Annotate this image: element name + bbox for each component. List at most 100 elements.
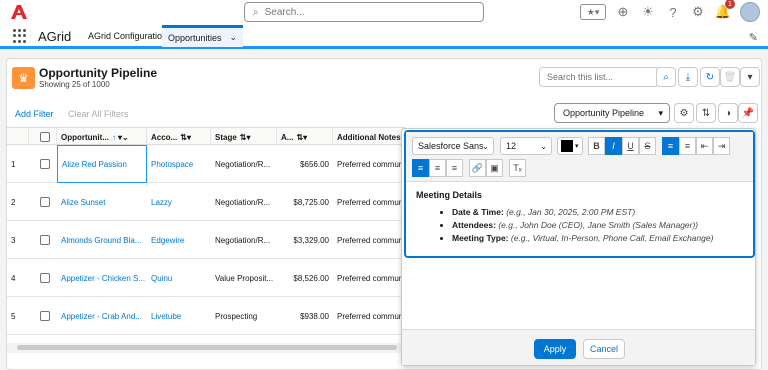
indent-icon[interactable]: ⇥ <box>713 137 730 155</box>
sort-icon[interactable]: ⇅▾ <box>180 133 191 142</box>
stage-value: Prospecting <box>215 311 258 321</box>
apply-button[interactable]: Apply <box>534 339 576 359</box>
italic-button[interactable]: I <box>605 137 622 155</box>
download-icon[interactable]: ⤓ <box>678 67 698 87</box>
sort-asc-icon[interactable]: ↑ <box>112 133 116 142</box>
opportunity-name[interactable]: Alize Red Passion <box>57 145 147 183</box>
settings-icon[interactable]: ⚙ <box>674 103 694 123</box>
image-icon[interactable]: ▣ <box>486 159 503 177</box>
column-header-stage[interactable]: Stage ⇅▾ <box>211 128 277 146</box>
row-checkbox[interactable] <box>29 297 57 335</box>
stage-value: Value Proposit... <box>215 273 274 283</box>
table-row[interactable]: 1 Alize Red Passion Photospace Negotiati… <box>7 145 405 183</box>
chevron-down-icon[interactable]: ▾ <box>740 67 760 87</box>
refresh-icon[interactable]: ↻ <box>700 67 720 87</box>
notes-value: Preferred communic <box>337 159 405 169</box>
avatar[interactable] <box>740 2 760 22</box>
filter-row: Add Filter Clear All Filters <box>15 109 129 119</box>
horizontal-scrollbar[interactable] <box>7 343 405 353</box>
font-family-select[interactable]: Salesforce Sans ⌄ <box>412 137 494 155</box>
cancel-button[interactable]: Cancel <box>583 339 625 359</box>
search-icon: ⌕ <box>253 6 259 18</box>
row-checkbox[interactable] <box>29 183 57 221</box>
edit-nav-icon[interactable]: ✎ <box>749 31 758 44</box>
rich-text-editor[interactable]: Salesforce Sans ⌄ 12 ⌄ ▾ B I U S ≡ ≡ ⇤ ⇥ ≡… <box>404 130 755 258</box>
strikethrough-button[interactable]: S <box>639 137 656 155</box>
font-size-select[interactable]: 12 ⌄ <box>500 137 552 155</box>
table-row[interactable]: 5 Appetizer - Crab And... Livetube Prosp… <box>7 297 405 335</box>
list-item: Attendees: (e.g., John Doe (CEO), Jane S… <box>452 220 713 230</box>
table-row[interactable]: 4 Appetizer - Chicken S... Quinu Value P… <box>7 259 405 297</box>
table-row[interactable]: 2 Alize Sunset Lazzy Negotiation/R... $8… <box>7 183 405 221</box>
bell-icon[interactable]: 🔔 1 <box>715 0 735 20</box>
text-color-picker[interactable]: ▾ <box>557 137 583 155</box>
chevron-down-icon[interactable]: ⌄ <box>230 32 238 43</box>
nav-item-opportunities[interactable]: Opportunities ⌄ <box>162 25 244 47</box>
app-launcher-icon[interactable] <box>13 29 27 43</box>
gear-icon[interactable]: ⚙ <box>690 4 706 20</box>
crown-icon: ♛ <box>12 67 35 89</box>
notes-value: Preferred communic <box>337 311 405 321</box>
opportunity-name[interactable]: Appetizer - Crab And... <box>57 297 147 335</box>
link-icon[interactable]: 🔗 <box>469 159 486 177</box>
underline-button[interactable]: U <box>622 137 639 155</box>
opportunity-name[interactable]: Alize Sunset <box>57 183 147 221</box>
outdent-icon[interactable]: ⇤ <box>696 137 713 155</box>
chart-icon[interactable]: ◑ <box>718 103 738 123</box>
delete-icon[interactable]: 🗑 <box>720 67 740 87</box>
account-name[interactable]: Livetube <box>147 297 211 335</box>
column-header-notes[interactable]: Additional Notes <box>333 128 405 146</box>
account-name[interactable]: Photospace <box>147 145 211 183</box>
row-checkbox[interactable] <box>29 259 57 297</box>
notes-value: Preferred communic <box>337 273 405 283</box>
sort-icon[interactable]: ⇅ <box>696 103 716 123</box>
numbered-list-icon[interactable]: ≡ <box>679 137 696 155</box>
table-row[interactable]: 3 Almonds Ground Bla... Edgewire Negotia… <box>7 221 405 259</box>
stage-value: Negotiation/R... <box>215 235 271 245</box>
opportunity-name[interactable]: Appetizer - Chicken S... <box>57 259 147 297</box>
trailhead-icon[interactable]: ☀ <box>640 4 656 20</box>
global-search-input[interactable]: ⌕ Search... <box>244 2 484 22</box>
row-checkbox[interactable] <box>29 145 57 183</box>
align-right-icon[interactable]: ≡ <box>446 159 463 177</box>
global-header: ⌕ Search... ★▾ ⊕ ☀ ? ⚙ 🔔 1 <box>0 0 768 25</box>
column-header-amount[interactable]: A... ⇅▾ <box>277 128 333 146</box>
add-filter-link[interactable]: Add Filter <box>15 109 54 119</box>
list-search-input[interactable]: Search this list... <box>539 67 659 87</box>
amount-value: $656.00 <box>300 159 329 169</box>
help-icon[interactable]: ? <box>665 4 681 20</box>
color-swatch <box>561 140 573 152</box>
select-all-checkbox[interactable] <box>29 128 57 146</box>
stage-value: Negotiation/R... <box>215 197 271 207</box>
app-nav: AGrid AGrid Configuration Opportunities … <box>0 25 768 49</box>
view-select[interactable]: Opportunity Pipeline ▾ <box>554 103 670 123</box>
chevron-down-icon: ⌄ <box>482 141 489 151</box>
sort-icon[interactable]: ⇅▾ <box>296 133 307 142</box>
align-left-icon[interactable]: ≡ <box>412 159 429 177</box>
opportunity-name[interactable]: Almonds Ground Bla... <box>57 221 147 259</box>
column-header-account[interactable]: Acco... ⇅▾ <box>147 128 211 146</box>
bullet-list-icon[interactable]: ≡ <box>662 137 679 155</box>
account-name[interactable]: Edgewire <box>147 221 211 259</box>
clear-filters-link[interactable]: Clear All Filters <box>68 109 129 119</box>
row-number: 4 <box>11 273 16 283</box>
favorites-button[interactable]: ★▾ <box>580 4 606 20</box>
pin-icon[interactable]: 📌 <box>738 103 758 123</box>
nav-item-agrid-configuration[interactable]: AGrid Configuration <box>82 25 173 47</box>
account-name[interactable]: Quinu <box>147 259 211 297</box>
sort-icon[interactable]: ⇅▾ <box>240 133 251 142</box>
record-count: Showing 25 of 1000 <box>39 80 110 89</box>
clear-formatting-icon[interactable]: Tₓ <box>509 159 526 177</box>
notes-value: Preferred communic <box>337 197 405 207</box>
align-center-icon[interactable]: ≡ <box>429 159 446 177</box>
app-logo-icon[interactable] <box>8 2 30 22</box>
column-header-opportunity[interactable]: Opportunit... ↑ ▾⌄ <box>57 128 147 146</box>
account-name[interactable]: Lazzy <box>147 183 211 221</box>
filter-icon[interactable]: ▾⌄ <box>118 133 129 142</box>
editor-content[interactable]: Meeting Details Date & Time: (e.g., Jan … <box>416 190 713 246</box>
search-placeholder: Search... <box>264 6 305 18</box>
row-checkbox[interactable] <box>29 221 57 259</box>
search-icon[interactable]: ⌕ <box>656 67 676 87</box>
add-icon[interactable]: ⊕ <box>615 4 631 20</box>
bold-button[interactable]: B <box>588 137 605 155</box>
